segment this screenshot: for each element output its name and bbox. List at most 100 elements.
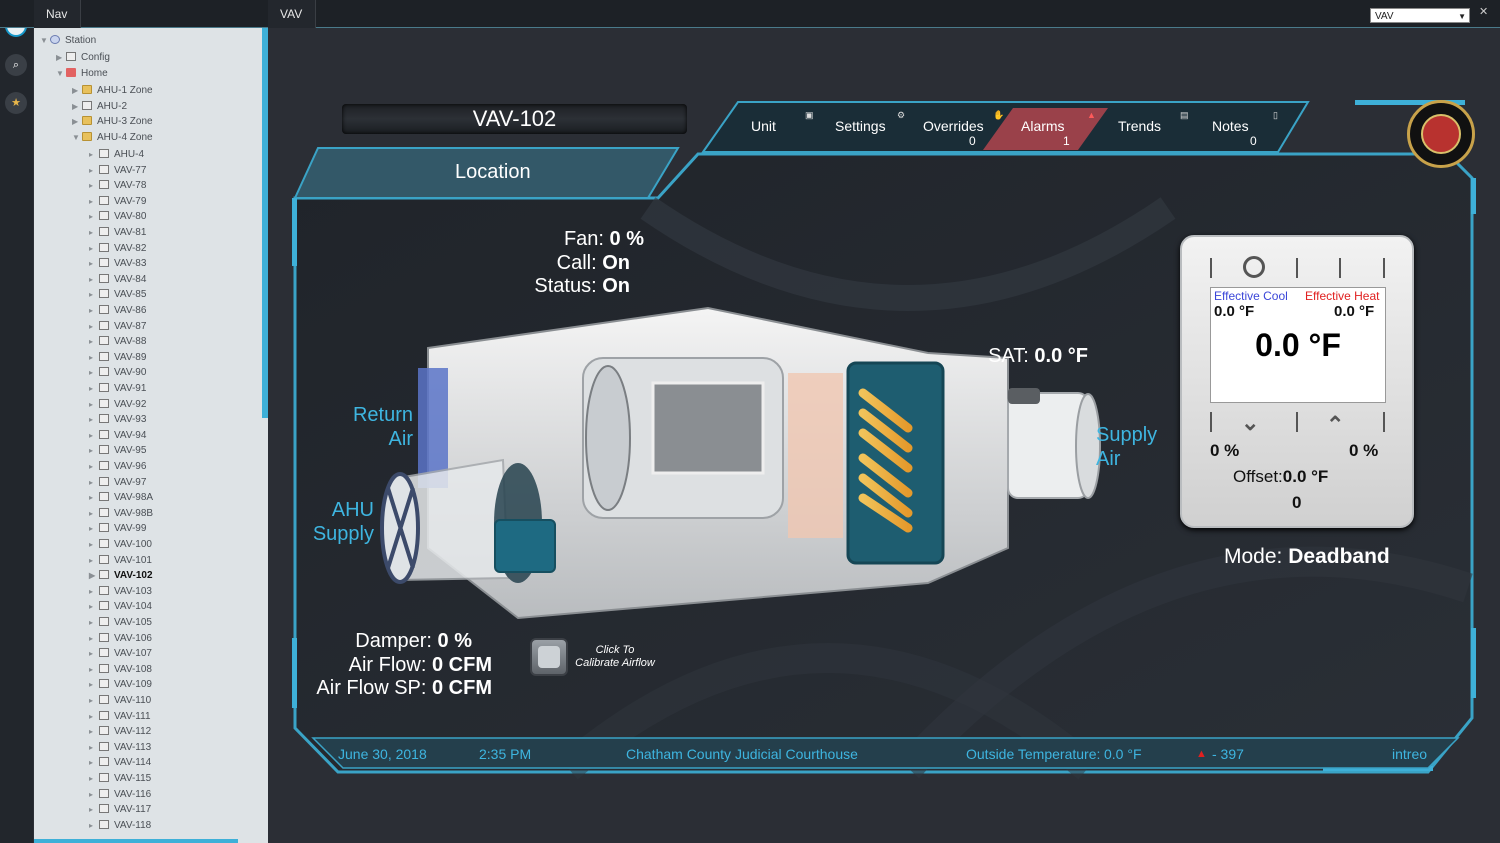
tree-node-vav[interactable]: ▸ VAV-92: [89, 397, 146, 412]
tree-node-vav[interactable]: ▸ VAV-85: [89, 287, 146, 302]
tree-node-zone[interactable]: ▼ AHU-4 Zone: [72, 130, 153, 145]
tree-toggle-icon[interactable]: ▸: [89, 553, 99, 568]
tree-toggle-icon[interactable]: ▼: [40, 33, 50, 48]
tree-toggle-icon[interactable]: ▸: [89, 771, 99, 786]
tree-toggle-icon[interactable]: ▸: [89, 787, 99, 802]
tree-toggle-icon[interactable]: ▸: [89, 818, 99, 833]
tree-toggle-icon[interactable]: ▸: [89, 178, 99, 193]
tab-trends[interactable]: Trends ▤: [1100, 111, 1190, 151]
view-select[interactable]: VAV ▼: [1370, 8, 1470, 23]
tree-toggle-icon[interactable]: ▸: [89, 163, 99, 178]
tree-toggle-icon[interactable]: ▸: [89, 397, 99, 412]
tree-toggle-icon[interactable]: ▸: [89, 334, 99, 349]
tree-node-vav[interactable]: ▸ VAV-99: [89, 521, 146, 536]
tree-node-vav[interactable]: ▸ VAV-111: [89, 709, 151, 724]
tree-node-vav[interactable]: ▸ VAV-115: [89, 771, 151, 786]
tree-toggle-icon[interactable]: ▸: [89, 724, 99, 739]
tree-toggle-icon[interactable]: ▸: [89, 475, 99, 490]
tree-node-vav[interactable]: ▸ VAV-96: [89, 459, 146, 474]
setpoint-up-icon[interactable]: ⌃: [1326, 412, 1344, 438]
tree-node-vav[interactable]: ▸ VAV-90: [89, 365, 146, 380]
tree-node-vav[interactable]: ▶ VAV-102: [89, 568, 153, 583]
tree-node-vav[interactable]: ▸ VAV-89: [89, 350, 146, 365]
tree-node-zone[interactable]: ▶ AHU-2: [72, 99, 127, 114]
tree-node-vav[interactable]: ▸ VAV-101: [89, 553, 152, 568]
tree-toggle-icon[interactable]: ▸: [89, 381, 99, 396]
tree-toggle-icon[interactable]: ▸: [89, 755, 99, 770]
tree-toggle-icon[interactable]: ▸: [89, 802, 99, 817]
tree-toggle-icon[interactable]: ▸: [89, 303, 99, 318]
tree-toggle-icon[interactable]: ▶: [72, 99, 82, 114]
tree-toggle-icon[interactable]: ▶: [72, 83, 82, 98]
tab-unit[interactable]: Unit ▣: [735, 111, 825, 151]
tree-node-vav[interactable]: ▸ VAV-84: [89, 272, 146, 287]
tree-toggle-icon[interactable]: ▸: [89, 615, 99, 630]
tree-toggle-icon[interactable]: ▶: [89, 568, 99, 583]
tree-toggle-icon[interactable]: ▸: [89, 241, 99, 256]
tree-node-config[interactable]: ▶ Config: [56, 50, 110, 65]
tree-toggle-icon[interactable]: ▸: [89, 599, 99, 614]
setpoint-down-icon[interactable]: ⌄: [1241, 410, 1259, 436]
tree-node-vav[interactable]: ▸ VAV-113: [89, 740, 151, 755]
tree-node-vav[interactable]: ▸ VAV-79: [89, 194, 146, 209]
favorites-icon[interactable]: ★: [5, 92, 27, 114]
tree-node-vav[interactable]: ▸ VAV-80: [89, 209, 146, 224]
tree-node-vav[interactable]: ▸ VAV-98B: [89, 506, 153, 521]
tab-settings[interactable]: Settings ⚙: [825, 111, 915, 151]
tree-node-zone[interactable]: ▶ AHU-1 Zone: [72, 83, 153, 98]
tree-toggle-icon[interactable]: ▸: [89, 287, 99, 302]
tree-node-vav[interactable]: ▸ VAV-100: [89, 537, 152, 552]
tree-toggle-icon[interactable]: ▼: [56, 66, 66, 81]
tree-toggle-icon[interactable]: ▸: [89, 272, 99, 287]
close-icon[interactable]: ✕: [1479, 5, 1488, 18]
tree-toggle-icon[interactable]: ▸: [89, 490, 99, 505]
tree-node-vav[interactable]: ▸ VAV-88: [89, 334, 146, 349]
tree-node-vav[interactable]: ▸ VAV-109: [89, 677, 152, 692]
tree-node-vav[interactable]: ▸ VAV-95: [89, 443, 146, 458]
tree-node-vav[interactable]: ▸ VAV-93: [89, 412, 146, 427]
tree-node-vav[interactable]: ▸ VAV-94: [89, 428, 146, 443]
tree-toggle-icon[interactable]: ▸: [89, 319, 99, 334]
tree-node-vav[interactable]: ▸ VAV-103: [89, 584, 152, 599]
tree-toggle-icon[interactable]: ▶: [72, 114, 82, 129]
tree-toggle-icon[interactable]: ▸: [89, 646, 99, 661]
tree-node-vav[interactable]: ▸ VAV-97: [89, 475, 146, 490]
tree-toggle-icon[interactable]: ▸: [89, 709, 99, 724]
tree-node-vav[interactable]: ▸ VAV-87: [89, 319, 146, 334]
tree-node-station[interactable]: ▼ Station: [40, 33, 96, 48]
tree-toggle-icon[interactable]: ▶: [56, 50, 66, 65]
tree-node-vav[interactable]: ▸ VAV-82: [89, 241, 146, 256]
tree-toggle-icon[interactable]: ▼: [72, 130, 82, 145]
tree-node-vav[interactable]: ▸ VAV-77: [89, 163, 146, 178]
tab-vav[interactable]: VAV: [268, 0, 316, 28]
tree-toggle-icon[interactable]: ▸: [89, 147, 99, 162]
tree-toggle-icon[interactable]: ▸: [89, 537, 99, 552]
thermostat-power-button[interactable]: [1243, 256, 1265, 278]
tree-node-vav[interactable]: ▸ VAV-105: [89, 615, 152, 630]
tree-node-vav[interactable]: ▸ VAV-81: [89, 225, 146, 240]
search-icon[interactable]: ⌕: [5, 54, 27, 76]
tree-node-vav[interactable]: ▸ VAV-108: [89, 662, 152, 677]
tree-node-vav[interactable]: ▸ VAV-107: [89, 646, 152, 661]
tree-toggle-icon[interactable]: ▸: [89, 194, 99, 209]
tree-toggle-icon[interactable]: ▸: [89, 209, 99, 224]
tree-toggle-icon[interactable]: ▸: [89, 365, 99, 380]
nav-hscrollbar[interactable]: [34, 839, 238, 843]
tree-node-vav[interactable]: ▸ VAV-91: [89, 381, 146, 396]
tree-toggle-icon[interactable]: ▸: [89, 521, 99, 536]
tree-toggle-icon[interactable]: ▸: [89, 350, 99, 365]
tree-node-vav[interactable]: ▸ VAV-114: [89, 755, 151, 770]
tab-overrides[interactable]: Overrides 0 ✋: [915, 111, 1005, 151]
tab-nav[interactable]: Nav: [34, 0, 81, 28]
tree-node-vav[interactable]: ▸ VAV-86: [89, 303, 146, 318]
tree-node-vav[interactable]: ▸ VAV-112: [89, 724, 151, 739]
tree-toggle-icon[interactable]: ▸: [89, 693, 99, 708]
tree-node-vav[interactable]: ▸ VAV-98A: [89, 490, 153, 505]
tree-toggle-icon[interactable]: ▸: [89, 459, 99, 474]
tree-toggle-icon[interactable]: ▸: [89, 677, 99, 692]
tree-toggle-icon[interactable]: ▸: [89, 662, 99, 677]
tree-node-vav[interactable]: ▸ VAV-78: [89, 178, 146, 193]
tab-alarms[interactable]: Alarms 1 ▲: [1005, 111, 1096, 151]
tree-node-vav[interactable]: ▸ VAV-104: [89, 599, 152, 614]
tree-toggle-icon[interactable]: ▸: [89, 443, 99, 458]
